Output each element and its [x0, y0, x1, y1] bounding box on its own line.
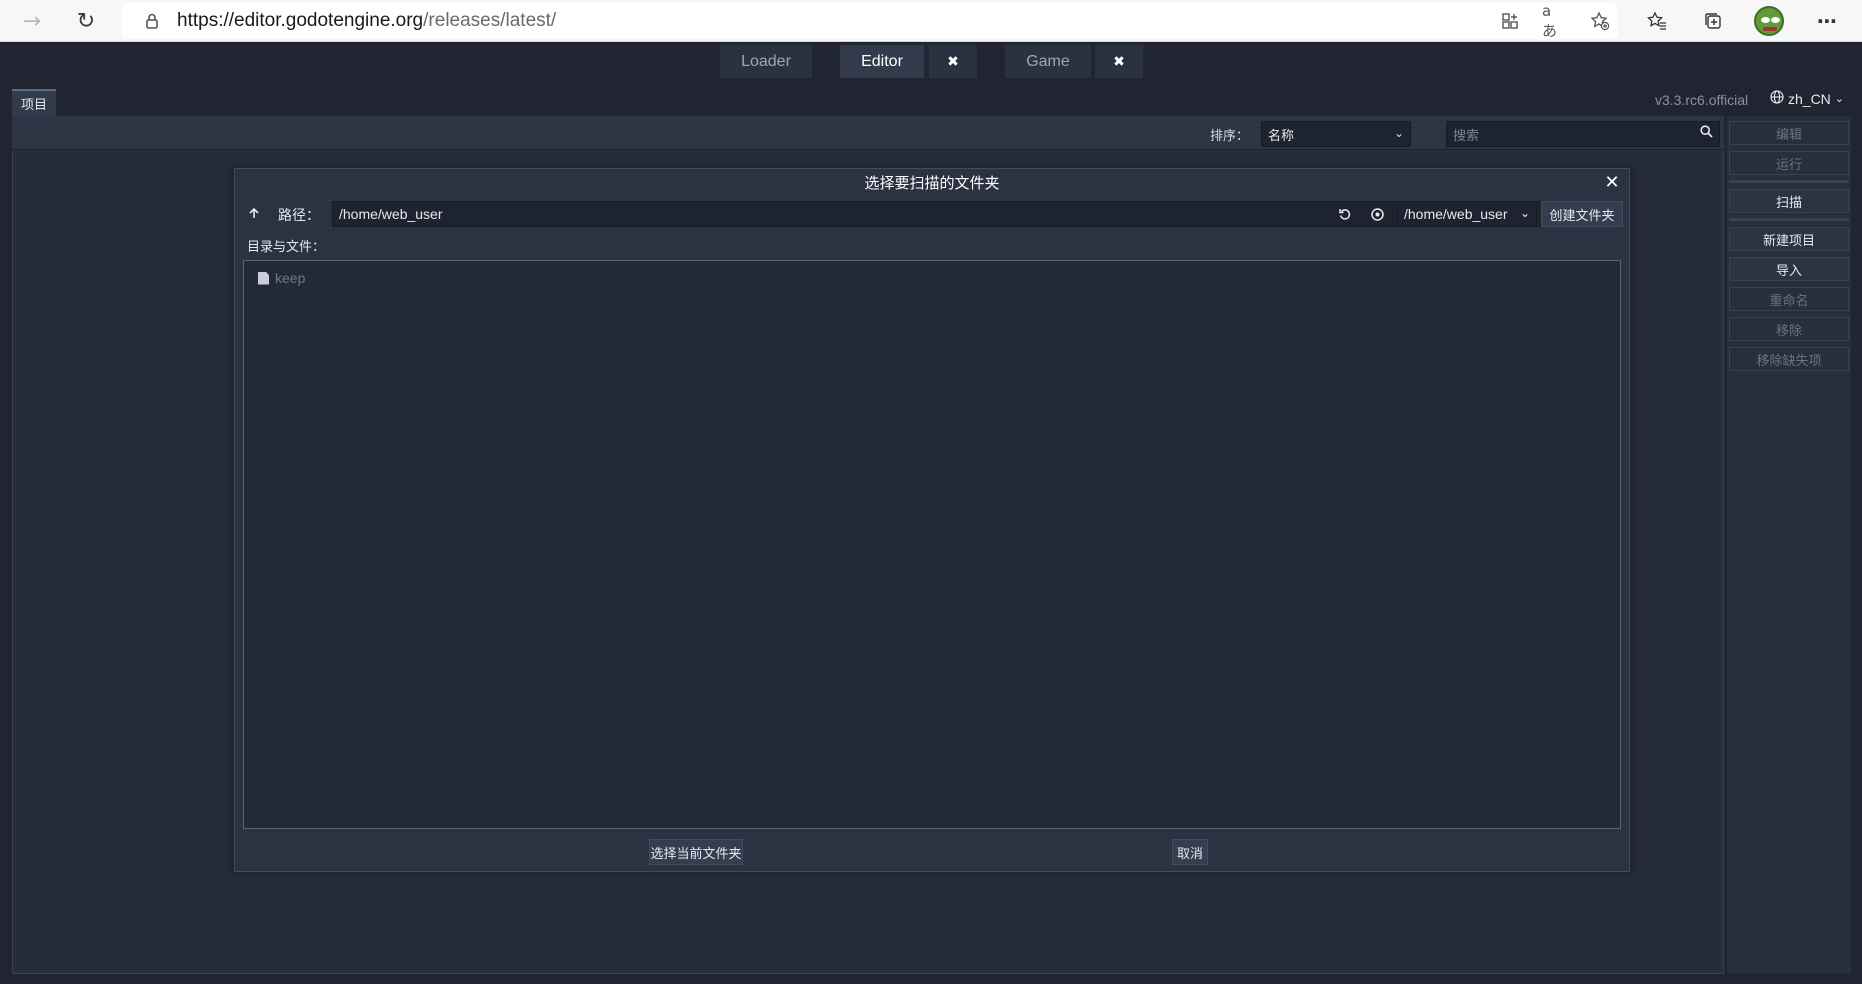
- tab-editor[interactable]: Editor: [840, 45, 924, 78]
- browser-toolbar: → ↻ https://editor.godotengine.org/relea…: [0, 0, 1862, 42]
- language-selector[interactable]: zh_CN ⌄: [1770, 90, 1844, 107]
- sidebar-separator: [1729, 218, 1849, 221]
- drive-value: /home/web_user: [1404, 206, 1508, 222]
- file-name: keep: [275, 270, 306, 286]
- sort-select[interactable]: 名称 ⌄: [1261, 121, 1411, 147]
- address-bar[interactable]: https://editor.godotengine.org/releases/…: [122, 2, 1618, 40]
- lock-icon: [146, 13, 158, 29]
- list-item[interactable]: keep: [258, 268, 305, 288]
- favorites-icon[interactable]: [1642, 6, 1672, 36]
- scan-button[interactable]: 扫描: [1729, 189, 1849, 213]
- new-project-button[interactable]: 新建项目: [1729, 227, 1849, 251]
- remove-button[interactable]: 移除: [1729, 317, 1849, 341]
- translate-icon[interactable]: aあ: [1542, 2, 1566, 40]
- close-icon[interactable]: ✕: [1601, 171, 1623, 193]
- search-placeholder: 搜索: [1453, 128, 1480, 144]
- create-folder-button[interactable]: 创建文件夹: [1541, 201, 1623, 227]
- language-value: zh_CN: [1788, 90, 1831, 107]
- more-icon[interactable]: ⋯: [1812, 6, 1842, 36]
- select-current-folder-button[interactable]: 选择当前文件夹: [649, 839, 743, 865]
- chevron-down-icon: ⌄: [1393, 126, 1404, 140]
- file-tree[interactable]: keep: [243, 260, 1621, 829]
- tab-game[interactable]: Game: [1005, 45, 1091, 78]
- tab-loader[interactable]: Loader: [720, 45, 812, 78]
- arrow-up-icon[interactable]: [243, 202, 265, 224]
- sort-value: 名称: [1268, 128, 1295, 144]
- chevron-down-icon: ⌄: [1519, 206, 1530, 220]
- close-editor-icon[interactable]: ✖: [929, 45, 977, 78]
- cancel-button[interactable]: 取消: [1172, 839, 1208, 865]
- refresh-icon[interactable]: ↻: [70, 5, 102, 37]
- path-label: 路径：: [278, 208, 320, 224]
- search-icon: [1700, 125, 1713, 142]
- sidebar-separator: [1729, 180, 1849, 183]
- page-bottom-edge: [0, 974, 1862, 984]
- collections-icon[interactable]: [1698, 6, 1728, 36]
- url-text: https://editor.godotengine.org/releases/…: [177, 10, 557, 31]
- add-favorite-icon[interactable]: [1588, 9, 1612, 33]
- edit-button[interactable]: 编辑: [1729, 121, 1849, 145]
- godot-tab-bar: Loader Editor ✖ Game ✖: [0, 42, 1862, 82]
- app-available-icon[interactable]: [1498, 9, 1522, 33]
- rename-button[interactable]: 重命名: [1729, 287, 1849, 311]
- search-input[interactable]: 搜索: [1446, 121, 1720, 147]
- refresh-icon[interactable]: [1334, 203, 1356, 225]
- profile-avatar[interactable]: [1754, 6, 1784, 36]
- tab-projects[interactable]: 项目: [12, 89, 56, 116]
- scan-folder-dialog: 选择要扫描的文件夹 ✕ 路径： /home/web_user /home/web…: [234, 168, 1630, 872]
- sort-label: 排序：: [1210, 129, 1250, 144]
- dialog-title: 选择要扫描的文件夹: [864, 174, 1000, 192]
- file-icon: [258, 271, 269, 285]
- close-game-icon[interactable]: ✖: [1095, 45, 1143, 78]
- import-button[interactable]: 导入: [1729, 257, 1849, 281]
- version-label: v3.3.rc6.official: [1655, 92, 1749, 108]
- remove-missing-button[interactable]: 移除缺失项: [1729, 347, 1849, 371]
- forward-icon[interactable]: →: [16, 5, 48, 37]
- files-label: 目录与文件：: [247, 240, 326, 255]
- run-button[interactable]: 运行: [1729, 151, 1849, 175]
- chevron-down-icon: ⌄: [1834, 93, 1845, 105]
- drive-select[interactable]: /home/web_user ⌄: [1397, 201, 1537, 227]
- globe-icon: [1770, 90, 1784, 107]
- toggle-hidden-icon[interactable]: [1366, 203, 1388, 225]
